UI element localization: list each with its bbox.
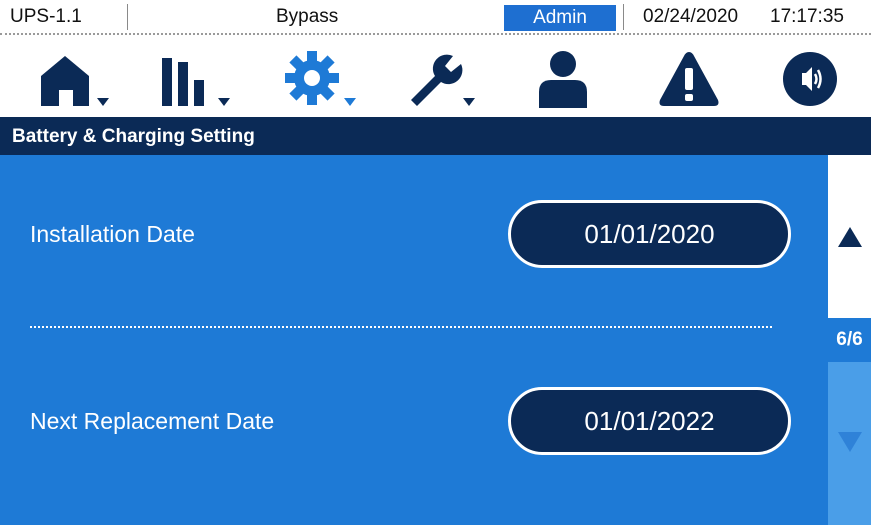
scroll-down-button[interactable] — [828, 362, 871, 525]
status-time: 17:17:35 — [770, 6, 844, 27]
ups-mode: Bypass — [276, 6, 339, 27]
arrow-up-icon — [838, 227, 862, 247]
arrow-down-icon — [838, 432, 862, 452]
sound-icon[interactable] — [772, 48, 850, 108]
home-icon[interactable] — [37, 48, 115, 108]
maintenance-icon[interactable] — [405, 48, 483, 108]
device-name: UPS-1.1 — [10, 6, 82, 27]
settings-panel: Installation Date 01/01/2020 Next Replac… — [0, 155, 828, 525]
status-divider — [127, 4, 128, 30]
row-divider — [30, 326, 772, 328]
measurements-icon[interactable] — [156, 48, 234, 108]
section-title: Battery & Charging Setting — [0, 117, 871, 155]
installation-date-button[interactable]: 01/01/2020 — [508, 200, 791, 268]
status-divider — [623, 4, 624, 30]
status-date: 02/24/2020 — [643, 6, 739, 27]
alarm-icon[interactable] — [650, 48, 728, 108]
next-replacement-date-label: Next Replacement Date — [30, 408, 275, 434]
scroll-up-button[interactable] — [828, 155, 871, 318]
nav-icon-bar — [0, 38, 871, 116]
installation-date-label: Installation Date — [30, 221, 195, 247]
status-dotted-line — [0, 33, 871, 35]
user-icon[interactable] — [525, 48, 603, 108]
user-badge[interactable]: Admin — [504, 5, 616, 31]
next-replacement-date-button[interactable]: 01/01/2022 — [508, 387, 791, 455]
settings-icon[interactable] — [282, 48, 360, 108]
status-bar: UPS-1.1 Bypass Admin 02/24/2020 17:17:35 — [0, 0, 871, 35]
page-indicator: 6/6 — [828, 318, 871, 362]
